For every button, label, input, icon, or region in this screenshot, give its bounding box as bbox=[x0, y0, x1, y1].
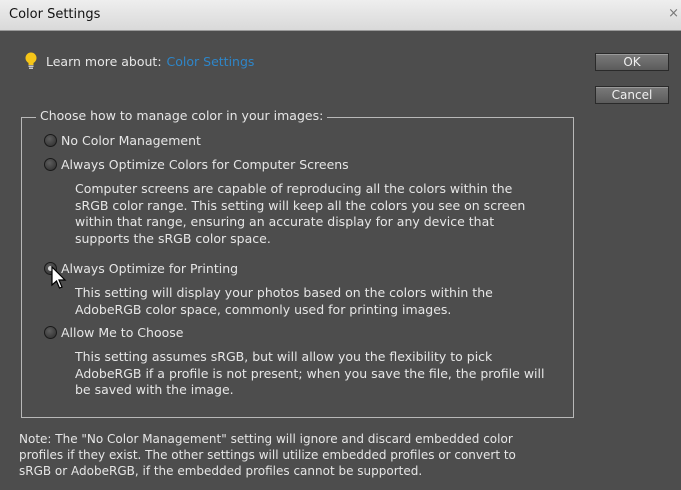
radio-no-color-management[interactable]: No Color Management bbox=[44, 133, 201, 148]
radio-optimize-screens[interactable]: Always Optimize Colors for Computer Scre… bbox=[44, 157, 349, 172]
learn-more-label: Learn more about: bbox=[46, 53, 162, 69]
option-label: No Color Management bbox=[61, 133, 201, 148]
radio-button[interactable] bbox=[44, 134, 57, 147]
color-settings-link[interactable]: Color Settings bbox=[167, 54, 255, 69]
learn-more-row: Learn more about: Color Settings bbox=[24, 52, 254, 70]
option-label: Always Optimize for Printing bbox=[61, 261, 239, 276]
ok-button[interactable]: OK bbox=[595, 53, 669, 71]
option-description: Computer screens are capable of reproduc… bbox=[75, 181, 526, 246]
note-text: Note: The "No Color Management" setting … bbox=[19, 432, 516, 478]
mouse-cursor-icon bbox=[51, 266, 67, 289]
option-label: Allow Me to Choose bbox=[61, 325, 184, 340]
cancel-button[interactable]: Cancel bbox=[595, 86, 669, 104]
radio-optimize-printing[interactable]: Always Optimize for Printing bbox=[44, 261, 238, 276]
option-label: Always Optimize Colors for Computer Scre… bbox=[61, 157, 349, 172]
radio-button[interactable] bbox=[44, 326, 57, 339]
group-legend: Choose how to manage color in your image… bbox=[36, 108, 328, 123]
option-description: This setting will display your photos ba… bbox=[75, 285, 493, 317]
title-bar: Color Settings × bbox=[0, 0, 681, 31]
radio-allow-me-to-choose[interactable]: Allow Me to Choose bbox=[44, 325, 183, 340]
option-description: This setting assumes sRGB, but will allo… bbox=[75, 349, 545, 397]
window-title: Color Settings bbox=[9, 7, 101, 22]
lightbulb-icon bbox=[25, 52, 37, 69]
radio-button[interactable] bbox=[44, 158, 57, 171]
close-icon[interactable]: × bbox=[668, 6, 679, 21]
